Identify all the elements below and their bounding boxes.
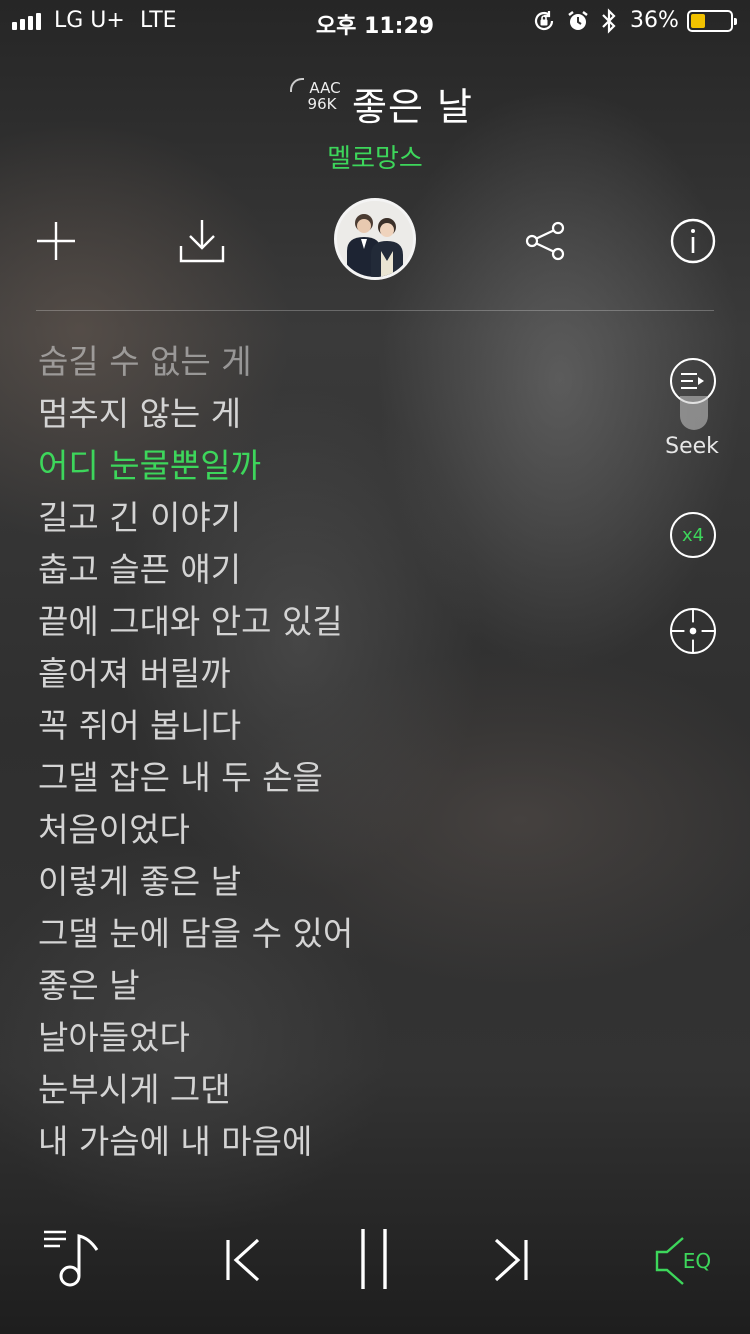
now-playing-header: AAC 96K 좋은 날 멜로망스 (0, 70, 750, 180)
lyrics-sync-icon (681, 373, 704, 389)
song-title: 좋은 날 (352, 85, 473, 129)
lyric-line[interactable]: 흩어져 버릴까 (38, 648, 638, 700)
seek-label: Seek (665, 434, 719, 459)
lyric-line[interactable]: 그댈 잡은 내 두 손을 (38, 752, 638, 804)
lyrics-list[interactable]: 숨길 수 없는 게 멈추지 않는 게 어디 눈물뿐일까 길고 긴 이야기 춥고 … (38, 336, 638, 1176)
bluetooth-icon (602, 8, 616, 34)
playlist-button[interactable] (38, 1224, 104, 1290)
eq-button[interactable]: EQ (644, 1234, 720, 1288)
seek-handle[interactable] (680, 396, 708, 430)
add-icon (37, 222, 75, 260)
next-button[interactable] (482, 1230, 542, 1290)
battery-icon (687, 10, 737, 32)
info-icon (670, 218, 716, 264)
lyric-line[interactable]: 끝에 그대와 안고 있길 (38, 596, 638, 648)
artist-avatar[interactable] (334, 198, 416, 280)
eq-label: EQ (682, 1249, 712, 1273)
pause-button[interactable] (344, 1224, 404, 1294)
speed-label: x4 (681, 524, 705, 546)
lyric-line[interactable]: 멈추지 않는 게 (38, 388, 638, 440)
download-button[interactable] (172, 211, 232, 271)
audio-quality-badge: AAC 96K (290, 78, 352, 113)
lyric-line[interactable]: 숨길 수 없는 게 (38, 336, 638, 388)
alarm-icon (568, 11, 588, 30)
lyric-line[interactable]: 그댈 눈에 담을 수 있어 (38, 908, 638, 960)
lyric-line[interactable]: 내 가슴에 내 마음에 (38, 1116, 638, 1168)
add-button[interactable] (26, 211, 86, 271)
next-icon (494, 1238, 528, 1282)
share-button[interactable] (515, 211, 575, 271)
status-bar: LG U+ LTE 오후 11:29 36% (0, 0, 750, 42)
lyric-line[interactable]: 이렇게 좋은 날 (38, 856, 638, 908)
header-divider (36, 310, 714, 311)
lyric-line[interactable]: 길고 긴 이야기 (38, 492, 638, 544)
info-button[interactable] (663, 211, 723, 271)
previous-icon (226, 1238, 260, 1282)
artist-photo (337, 201, 413, 277)
lyric-line[interactable]: 좋은 날 (38, 960, 638, 1012)
artist-name[interactable]: 멜로망스 (0, 138, 750, 175)
lyric-line[interactable]: 춥고 슬픈 얘기 (38, 544, 638, 596)
share-icon (525, 221, 565, 261)
previous-button[interactable] (212, 1230, 272, 1290)
pause-icon (361, 1229, 387, 1289)
quality-bitrate: 96K (307, 95, 337, 113)
battery-percent: 36% (630, 8, 679, 33)
lyric-line[interactable]: 꼭 쥐어 봅니다 (38, 700, 638, 752)
speed-button[interactable]: x4 (670, 512, 716, 558)
lyric-line-current[interactable]: 어디 눈물뿐일까 (38, 440, 638, 492)
song-toolbar (0, 196, 750, 286)
crosshair-icon (672, 610, 714, 652)
lyric-line[interactable]: 날아들었다 (38, 1012, 638, 1064)
locate-current-button[interactable] (670, 608, 716, 654)
eq-speaker-icon (655, 1237, 684, 1285)
lyric-line[interactable]: 눈부시게 그댄 (38, 1064, 638, 1116)
lyric-line[interactable]: 처음이었다 (38, 804, 638, 856)
playlist-icon (44, 1230, 99, 1287)
player-controls: EQ (0, 1210, 750, 1320)
orientation-lock-icon (534, 11, 554, 31)
download-icon (179, 220, 225, 263)
